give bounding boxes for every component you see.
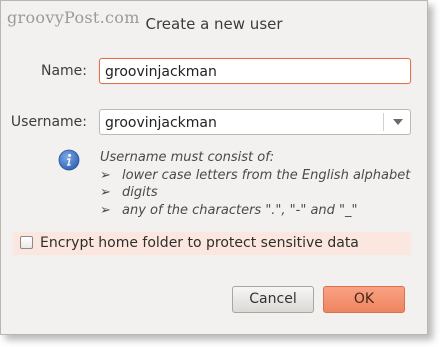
bullet-arrow-icon: ➢ bbox=[100, 202, 111, 218]
bullet-arrow-icon: ➢ bbox=[100, 185, 111, 200]
bullet-arrow-icon: ➢ bbox=[100, 167, 111, 183]
encrypt-checkbox-label[interactable]: Encrypt home folder to protect sensitive… bbox=[40, 235, 359, 251]
encrypt-home-option[interactable]: Encrypt home folder to protect sensitive… bbox=[13, 232, 411, 255]
cancel-button[interactable]: Cancel bbox=[232, 286, 314, 313]
combo-separator bbox=[383, 113, 384, 131]
dialog-title: Create a new user bbox=[145, 15, 283, 33]
hint-item: ➢ lower case letters from the English alp… bbox=[100, 167, 410, 185]
info-icon bbox=[58, 149, 80, 171]
hint-item: ➢ any of the characters ".", "-" and "_" bbox=[100, 202, 410, 220]
username-combobox-value: groovinjackman bbox=[105, 115, 217, 131]
username-combobox[interactable]: groovinjackman bbox=[99, 109, 411, 135]
hint-item-text: lower case letters from the English alph… bbox=[122, 167, 411, 183]
ok-button[interactable]: OK bbox=[323, 286, 405, 313]
chevron-down-icon[interactable] bbox=[393, 119, 403, 125]
hint-item: ➢ digits bbox=[100, 184, 410, 202]
username-rules-hint: Username must consist of: ➢ lower case le… bbox=[100, 149, 410, 219]
create-user-dialog: groovyPost.com Create a new user Name: g… bbox=[0, 0, 428, 335]
hint-item-text: digits bbox=[122, 185, 158, 200]
username-label: Username: bbox=[10, 114, 87, 130]
name-input[interactable]: groovinjackman bbox=[99, 58, 411, 84]
name-input-value: groovinjackman bbox=[105, 64, 217, 80]
name-label: Name: bbox=[40, 63, 87, 79]
encrypt-checkbox[interactable] bbox=[20, 236, 33, 249]
hint-item-text: any of the characters ".", "-" and "_" bbox=[122, 202, 358, 218]
hint-heading: Username must consist of: bbox=[100, 150, 275, 165]
